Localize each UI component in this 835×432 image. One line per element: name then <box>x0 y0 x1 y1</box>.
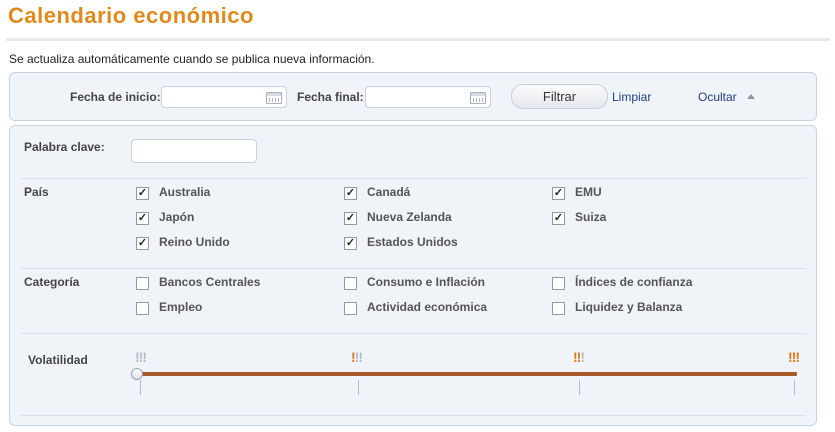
checkbox[interactable]: ✓ <box>552 187 565 200</box>
checkbox[interactable]: ✓ <box>344 187 357 200</box>
checkbox-label[interactable]: Liquidez y Balanza <box>575 300 682 314</box>
checkbox[interactable] <box>552 302 565 315</box>
country-label: País <box>24 185 49 199</box>
calendar-icon[interactable] <box>266 92 282 104</box>
page-title: Calendario económico <box>8 3 254 28</box>
checkbox-label[interactable]: Japón <box>159 210 194 224</box>
slider-tick <box>140 380 141 395</box>
checkbox[interactable] <box>552 277 565 290</box>
checkbox[interactable]: ✓ <box>136 212 149 225</box>
checkbox[interactable] <box>136 302 149 315</box>
collapse-arrow-icon[interactable] <box>747 94 755 99</box>
checkbox-label[interactable]: Índices de confianza <box>575 275 692 289</box>
volatility-medium-icon[interactable]: !!! <box>573 349 585 365</box>
hide-link[interactable]: Ocultar <box>698 90 737 104</box>
checkbox-label[interactable]: Bancos Centrales <box>159 275 260 289</box>
checkbox-label[interactable]: Consumo e Inflación <box>367 275 485 289</box>
slider-tick <box>579 380 580 395</box>
filter-button[interactable]: Filtrar <box>511 84 608 109</box>
checkbox[interactable]: ✓ <box>344 212 357 225</box>
divider <box>20 268 806 269</box>
keyword-label: Palabra clave: <box>24 140 105 154</box>
volatility-none-icon[interactable]: !!! <box>135 349 147 365</box>
divider <box>20 333 806 334</box>
checkbox[interactable]: ✓ <box>136 237 149 250</box>
checkbox-label[interactable]: Reino Unido <box>159 235 230 249</box>
clear-link[interactable]: Limpiar <box>612 90 651 104</box>
checkbox[interactable]: ✓ <box>136 187 149 200</box>
checkbox-label[interactable]: Actividad económica <box>367 300 487 314</box>
end-date-label: Fecha final: <box>297 90 364 104</box>
page-subtitle: Se actualiza automáticamente cuando se p… <box>9 52 375 66</box>
filter-panel: Palabra clave: País Categoría Volatilida… <box>9 125 817 426</box>
volatility-label: Volatilidad <box>28 353 88 367</box>
checkbox-label[interactable]: Estados Unidos <box>367 235 458 249</box>
volatility-slider-track[interactable] <box>135 372 797 376</box>
checkbox-label[interactable]: Canadá <box>367 185 410 199</box>
checkbox[interactable] <box>344 277 357 290</box>
date-filter-bar: Fecha de inicio: Fecha final: Filtrar Li… <box>9 72 817 121</box>
calendar-icon[interactable] <box>470 92 486 104</box>
end-date-field[interactable] <box>365 86 491 108</box>
checkbox[interactable]: ✓ <box>552 212 565 225</box>
volatility-high-icon[interactable]: !!! <box>788 349 800 365</box>
checkbox-label[interactable]: Nueva Zelanda <box>367 210 452 224</box>
slider-tick <box>358 380 359 395</box>
checkbox-label[interactable]: Australia <box>159 185 210 199</box>
checkbox-label[interactable]: Empleo <box>159 300 202 314</box>
title-divider <box>6 38 830 41</box>
checkbox[interactable]: ✓ <box>344 237 357 250</box>
checkbox[interactable] <box>344 302 357 315</box>
start-date-field[interactable] <box>161 86 287 108</box>
start-date-label: Fecha de inicio: <box>70 90 161 104</box>
checkbox-label[interactable]: Suiza <box>575 210 606 224</box>
checkbox[interactable] <box>136 277 149 290</box>
divider <box>20 415 806 416</box>
checkbox-label[interactable]: EMU <box>575 185 602 199</box>
slider-tick <box>794 380 795 395</box>
volatility-slider-handle[interactable] <box>131 368 143 380</box>
volatility-low-icon[interactable]: !!! <box>351 349 363 365</box>
category-label: Categoría <box>24 275 80 289</box>
keyword-input[interactable] <box>131 139 257 163</box>
divider <box>20 178 806 179</box>
